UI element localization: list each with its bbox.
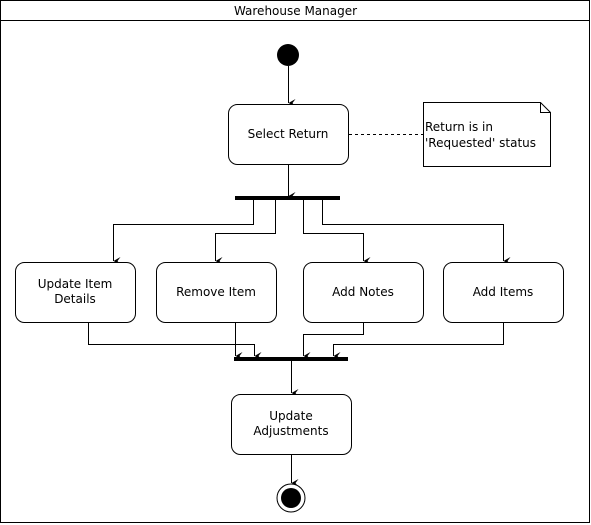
initial-node[interactable] xyxy=(277,44,299,66)
add-notes-label: Add Notes xyxy=(332,284,394,299)
swimlane-title: Warehouse Manager xyxy=(233,4,358,18)
note-text-line1: Return is in xyxy=(425,120,493,134)
update-item-details-label: Update Item Details xyxy=(37,277,113,306)
select-return-label: Select Return xyxy=(247,126,329,141)
join-bar xyxy=(234,357,348,361)
final-node-dot xyxy=(281,488,301,508)
note-text-line2: 'Requested' status xyxy=(425,136,537,150)
fork-bar xyxy=(235,196,340,200)
update-adjustments-label: Update Adjustments xyxy=(253,409,329,438)
add-items-label: Add Items xyxy=(472,284,534,299)
remove-item-label: Remove Item xyxy=(176,284,256,299)
